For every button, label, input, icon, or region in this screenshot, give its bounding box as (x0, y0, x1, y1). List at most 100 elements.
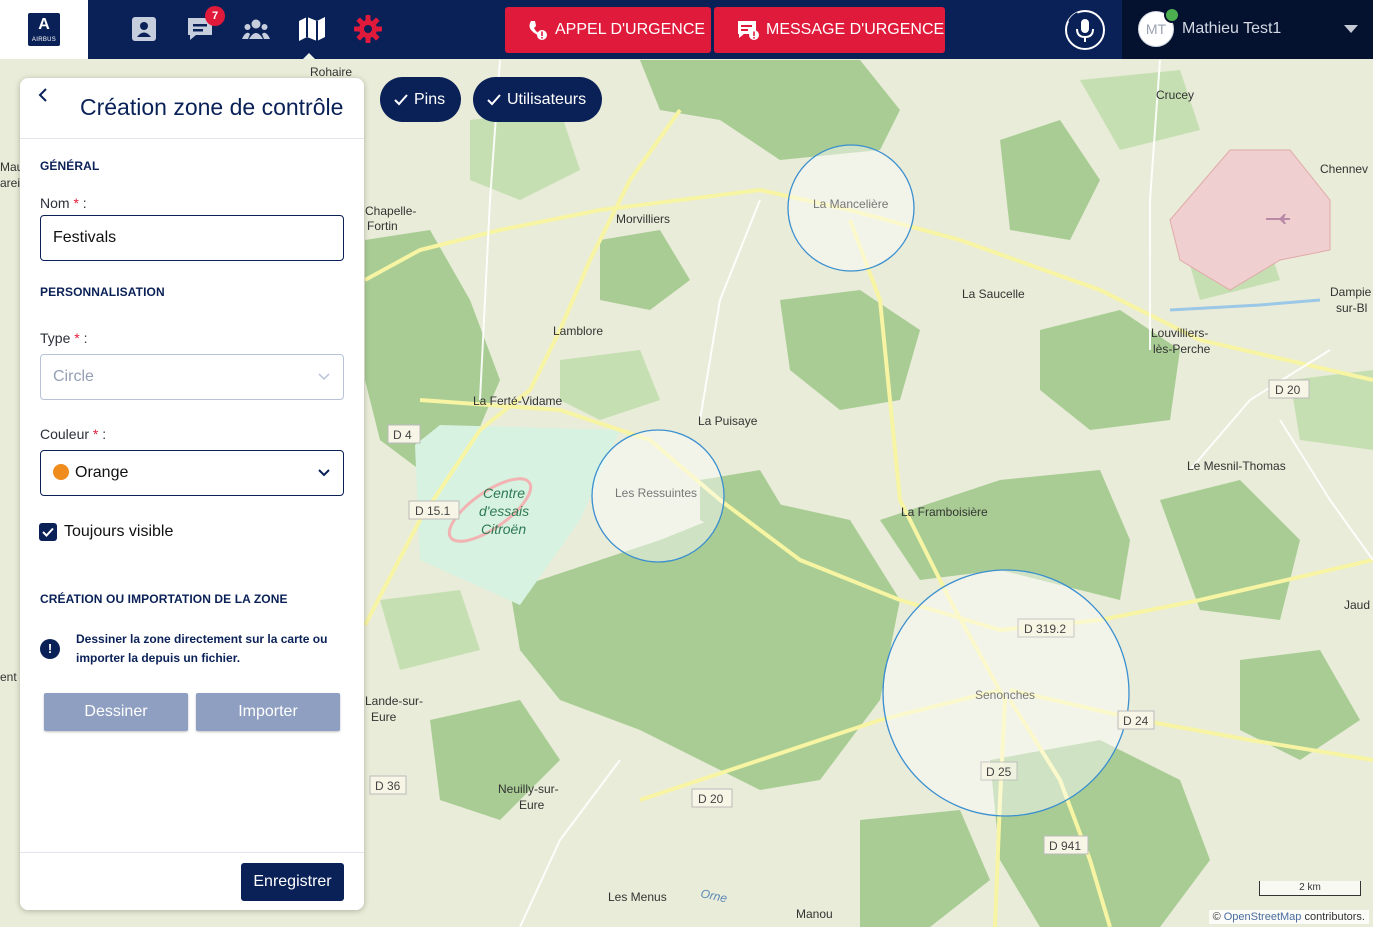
nav-contacts[interactable] (129, 14, 159, 44)
logo: A AIRBUS (0, 0, 88, 59)
place-label: La Saucelle (962, 287, 1025, 301)
place-label: Jaud (1344, 598, 1370, 612)
type-select[interactable]: Circle (40, 354, 344, 400)
place-label: Dampie (1330, 285, 1372, 299)
road-label: D 24 (1123, 714, 1149, 728)
osm-link[interactable]: OpenStreetMap (1224, 911, 1302, 923)
top-bar: A AIRBUS 7 APPEL D'URGENCE MESSAGE D'URG… (0, 0, 1373, 59)
name-field-label: Nom * : (40, 195, 87, 211)
road-label: D 4 (393, 428, 412, 442)
road-label: D 20 (1275, 383, 1301, 397)
road-label: D 15.1 (415, 504, 451, 518)
place-label: arei (0, 176, 20, 190)
place-label: Morvilliers (616, 212, 670, 226)
filter-chip-pins[interactable]: Pins (380, 77, 462, 122)
place-label: La Framboisière (901, 505, 988, 519)
section-customization-heading: PERSONNALISATION (40, 285, 165, 299)
back-button[interactable] (32, 84, 54, 106)
place-label: d'essais (479, 503, 529, 519)
place-label: Citroën (481, 521, 526, 537)
section-zone-heading: CRÉATION OU IMPORTATION DE LA ZONE (40, 592, 288, 606)
check-icon (394, 93, 408, 105)
place-label: lès-Perche (1153, 342, 1211, 356)
nav-groups[interactable] (241, 14, 271, 44)
create-zone-panel: Création zone de contrôle GÉNÉRAL Nom * … (20, 78, 364, 910)
messages-badge: 7 (205, 6, 225, 26)
nav-messages[interactable]: 7 (185, 6, 225, 44)
emergency-call-icon (529, 21, 547, 40)
place-label: Chapelle- (365, 204, 416, 218)
panel-title: Création zone de contrôle (80, 94, 344, 120)
section-general-heading: GÉNÉRAL (40, 159, 100, 173)
place-label: Senonches (975, 688, 1035, 702)
chevron-down-icon (318, 469, 330, 477)
draw-button[interactable]: Dessiner (44, 693, 188, 731)
place-label: Les Menus (608, 890, 667, 904)
save-button[interactable]: Enregistrer (241, 863, 344, 901)
place-label: Manou (796, 907, 833, 921)
place-label: Crucey (1156, 88, 1194, 102)
check-icon (487, 93, 501, 105)
always-visible-checkbox[interactable] (39, 523, 57, 541)
airbus-logo-icon: A AIRBUS (28, 13, 60, 46)
place-label: Eure (371, 710, 397, 724)
online-status-indicator (1164, 7, 1180, 23)
place-label: La Mancelière (813, 197, 889, 211)
divider (20, 138, 364, 139)
chevron-down-icon (318, 373, 330, 381)
name-input[interactable]: Festivals (40, 215, 344, 261)
chevron-left-icon (38, 88, 47, 102)
active-nav-indicator (303, 53, 315, 59)
info-text: Dessiner la zone directement sur la cart… (76, 632, 328, 665)
place-label: sur-Bl (1336, 301, 1367, 315)
map-scale: 2 km (1259, 881, 1361, 896)
place-label: Lande-sur- (365, 694, 423, 708)
import-button[interactable]: Importer (196, 693, 340, 731)
emergency-message-button[interactable]: MESSAGE D'URGENCE (714, 7, 945, 53)
place-label: Neuilly-sur- (498, 782, 559, 796)
place-label: Chennev (1320, 162, 1368, 176)
caret-down-icon[interactable] (1344, 25, 1358, 33)
map-icon (299, 17, 325, 41)
place-label: La Ferté-Vidame (473, 394, 562, 408)
place-label: Centre (483, 485, 525, 501)
place-label: ent (0, 670, 17, 684)
always-visible-label: Toujours visible (64, 523, 174, 540)
emergency-message-label: MESSAGE D'URGENCE (766, 21, 945, 38)
place-label: Les Ressuintes (615, 486, 697, 500)
place-label: Lamblore (553, 324, 603, 338)
emergency-call-button[interactable]: APPEL D'URGENCE (505, 7, 711, 53)
place-label: Louvilliers- (1151, 326, 1208, 340)
road-label: D 36 (375, 779, 401, 793)
color-select[interactable]: Orange (40, 450, 344, 496)
user-name: Mathieu Test1 (1182, 20, 1282, 37)
road-label: D 941 (1049, 839, 1081, 853)
road-label: D 20 (698, 792, 724, 806)
place-label: Eure (519, 798, 545, 812)
check-icon (42, 527, 54, 537)
place-label: Le Mesnil-Thomas (1187, 459, 1286, 473)
emergency-message-icon (738, 21, 759, 40)
color-swatch (53, 464, 69, 480)
emergency-call-label: APPEL D'URGENCE (555, 21, 706, 38)
push-to-talk-button[interactable] (1064, 9, 1106, 51)
place-label: Fortin (367, 219, 398, 233)
microphone-icon (1065, 10, 1105, 50)
info-icon: ! (40, 639, 60, 659)
road-label: D 25 (986, 765, 1012, 779)
road-label: D 319.2 (1024, 622, 1066, 636)
divider (20, 852, 364, 853)
gear-icon (354, 15, 382, 43)
chip-label: Pins (414, 90, 446, 108)
chip-label: Utilisateurs (507, 90, 587, 108)
group-icon (242, 19, 270, 39)
nav-settings[interactable] (353, 14, 383, 44)
nav-map[interactable] (297, 14, 327, 44)
place-label: La Puisaye (698, 414, 758, 428)
map-attribution: © OpenStreetMap contributors. (1208, 910, 1369, 924)
color-field-label: Couleur * : (40, 426, 107, 442)
type-field-label: Type * : (40, 330, 88, 346)
user-menu[interactable]: MT Mathieu Test1 (1122, 0, 1373, 59)
place-label: Rohaire (310, 65, 352, 79)
filter-chip-users[interactable]: Utilisateurs (473, 77, 603, 122)
